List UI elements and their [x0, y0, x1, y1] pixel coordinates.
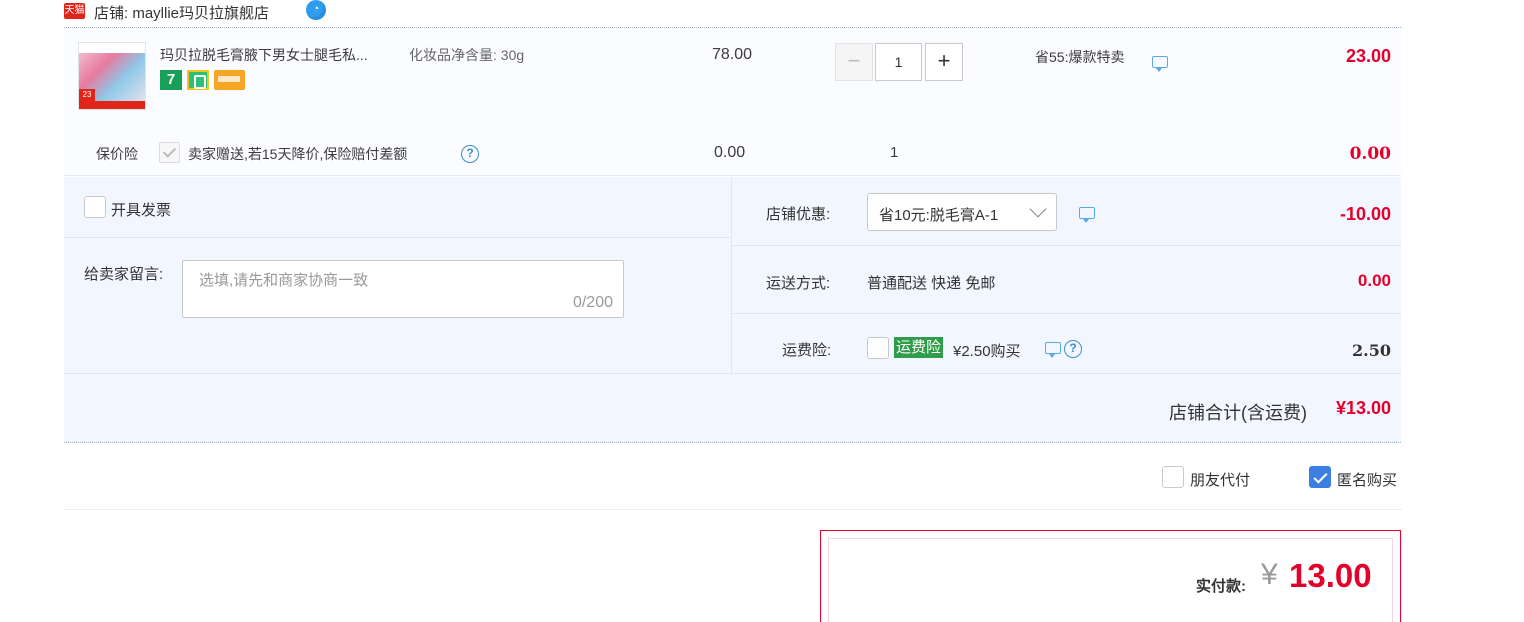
payment-summary-box: 实付款: ¥ 13.00 [820, 530, 1401, 622]
unit-price: 78.00 [712, 46, 753, 63]
wangwang-chat-icon[interactable]: ◔ [306, 0, 326, 20]
promo-comment-icon[interactable] [1152, 51, 1168, 72]
credit-card-icon[interactable] [214, 70, 245, 90]
discount-comment-icon[interactable] [1079, 202, 1095, 223]
shop-discount-value: 省10元:脱毛膏A-1 [879, 207, 999, 224]
quantity-input[interactable] [875, 43, 922, 81]
shop-name-link[interactable]: 店铺: mayllie玛贝拉旗舰店 [94, 2, 269, 23]
freight-insurance-badge: 运费险 [894, 337, 944, 358]
friend-pay-checkbox[interactable] [1162, 466, 1184, 488]
shop-header: 天猫 店铺: mayllie玛贝拉旗舰店 ◔ [64, 0, 1401, 28]
actual-payment-label: 实付款: [1196, 578, 1246, 595]
shop-discount-amount: -10.00 [1339, 204, 1391, 224]
quantity-increase-button[interactable]: + [925, 43, 963, 81]
anonymous-purchase-label[interactable]: 匿名购买 [1337, 469, 1397, 490]
guarantee-icon[interactable] [187, 70, 209, 90]
currency-symbol: ¥ [1261, 558, 1278, 591]
invoice-checkbox[interactable] [84, 196, 106, 218]
anonymous-purchase-checkbox[interactable] [1309, 466, 1331, 488]
insurance-subtotal: 0.00 [1349, 144, 1391, 164]
actual-payment-amount: 13.00 [1289, 557, 1372, 594]
shop-total-amount: ¥13.00 [1335, 398, 1391, 418]
promotion-text: 省55:爆款特卖 [1035, 49, 1125, 65]
chevron-down-icon [1029, 200, 1047, 218]
shipping-method-value: 普通配送 快递 免邮 [867, 275, 996, 292]
product-title-link[interactable]: 玛贝拉脱毛膏腋下男女士腿毛私... [160, 45, 368, 65]
freight-insurance-price: ¥2.50购买 [953, 343, 1021, 360]
item-subtotal: 23.00 [1345, 46, 1391, 66]
insurance-price: 0.00 [714, 144, 746, 161]
freight-comment-icon[interactable] [1045, 337, 1061, 358]
seller-message-textarea[interactable]: 选填,请先和商家协商一致 0/200 [182, 260, 624, 318]
insurance-help-icon[interactable]: ? [461, 145, 479, 163]
invoice-label[interactable]: 开具发票 [111, 199, 171, 220]
shipping-amount: 0.00 [1357, 271, 1391, 290]
tmall-badge: 天猫 [64, 3, 85, 19]
order-item-section: 23 玛贝拉脱毛膏腋下男女士腿毛私... 化妆品净含量: 30g 7 78.00… [64, 28, 1401, 176]
message-placeholder: 选填,请先和商家协商一致 [199, 272, 369, 289]
shop-total-label: 店铺合计(含运费) [1169, 403, 1307, 423]
insurance-qty: 1 [890, 144, 899, 161]
freight-help-icon[interactable]: ? [1064, 340, 1082, 358]
friend-pay-label[interactable]: 朋友代付 [1190, 469, 1250, 490]
message-char-count: 0/200 [572, 294, 613, 311]
freight-insurance-amount: 2.50 [1352, 341, 1391, 360]
seven-day-return-icon[interactable]: 7 [160, 70, 182, 90]
product-thumbnail[interactable]: 23 [78, 42, 146, 110]
message-label: 给卖家留言: [84, 266, 164, 283]
shipping-method-label: 运送方式: [766, 275, 831, 292]
product-sku: 化妆品净含量: 30g [409, 47, 525, 63]
shop-discount-label: 店铺优惠: [766, 206, 831, 223]
order-options-panel: 开具发票 给卖家留言: 选填,请先和商家协商一致 0/200 店铺优惠: 省10… [64, 177, 1401, 443]
freight-insurance-checkbox[interactable] [867, 337, 889, 359]
price-insurance-label: 保价险 [96, 146, 138, 162]
price-insurance-checkbox[interactable] [159, 142, 180, 163]
thumbnail-price-badge: 23 [79, 89, 95, 101]
shop-discount-select[interactable]: 省10元:脱毛膏A-1 [867, 193, 1057, 231]
freight-insurance-label: 运费险: [782, 342, 832, 359]
quantity-decrease-button[interactable]: − [835, 43, 873, 81]
price-insurance-desc: 卖家赠送,若15天降价,保险赔付差额 [188, 146, 408, 162]
